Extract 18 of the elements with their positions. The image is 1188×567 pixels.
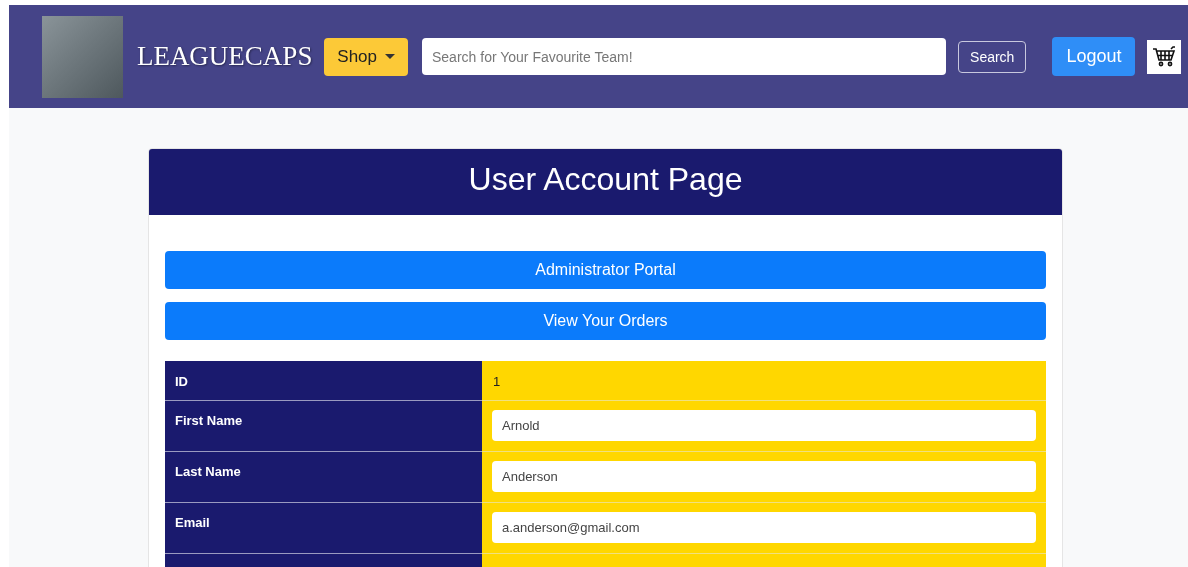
search-button[interactable]: Search	[958, 40, 1027, 73]
input-field[interactable]: Anderson	[492, 461, 1036, 492]
field-label: ID	[165, 361, 482, 401]
field-label: First Name	[165, 401, 482, 452]
field-label: Email	[165, 503, 482, 554]
field-label: Last Name	[165, 452, 482, 503]
table-cell: 1	[482, 361, 1046, 401]
brand-name[interactable]: LEAGUECAPS	[136, 41, 325, 72]
action-button[interactable]: Administrator Portal	[165, 251, 1046, 289]
shop-menu-button[interactable]: Shop	[324, 37, 408, 76]
page-title: User Account Page	[149, 149, 1062, 215]
caret-icon	[385, 54, 395, 59]
input-field[interactable]: a.anderson@gmail.com	[492, 512, 1036, 543]
search-field[interactable]: Search for Your Favourite Team!	[422, 38, 947, 75]
cart-button[interactable]	[1147, 39, 1181, 74]
cart-icon	[1152, 45, 1177, 68]
input-field[interactable]: Arnold	[492, 410, 1036, 441]
action-button[interactable]: View Your Orders	[165, 302, 1046, 340]
